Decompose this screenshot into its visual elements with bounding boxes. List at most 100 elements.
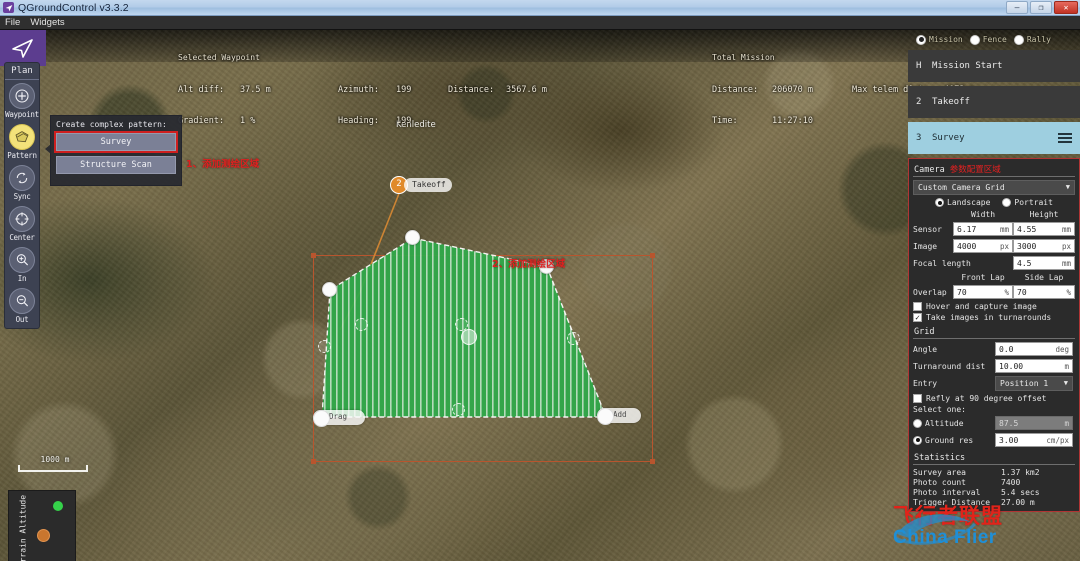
zoom-out-icon[interactable] — [9, 288, 35, 314]
selected-waypoint-status: Selected Waypoint Alt diff: 37.5 m Azimu… — [178, 32, 547, 148]
toolbar-item-sync[interactable]: Sync — [5, 162, 39, 203]
turnaround-images-label: Take images in turnarounds — [926, 313, 1052, 322]
survey-button[interactable]: Survey — [54, 131, 178, 153]
polygon-pattern-icon[interactable] — [9, 124, 35, 150]
side-lap-field[interactable]: 70 % — [1013, 285, 1075, 299]
zoom-in-icon[interactable] — [9, 247, 35, 273]
toolbar-item-center[interactable]: Center — [5, 203, 39, 244]
altitude-radio[interactable]: Altitude — [913, 418, 995, 428]
image-height-unit: px — [1061, 241, 1071, 251]
stat-value-photo-count: 7400 — [1001, 478, 1021, 487]
toolbar-item-zoom-out[interactable]: Out — [5, 285, 39, 326]
mode-label-mission: Mission — [929, 35, 963, 44]
heading-value: 199 — [396, 116, 412, 126]
stat-key-photo-count: Photo count — [913, 478, 966, 487]
toolbar-item-waypoint[interactable]: Waypoint — [5, 80, 39, 121]
maximize-button[interactable]: ❐ — [1030, 1, 1052, 14]
polygon-center-handle[interactable] — [461, 329, 477, 345]
statistics-title-text: Statistics — [914, 453, 966, 463]
sensor-height-field[interactable]: 4.55 mm — [1013, 222, 1075, 236]
altitude-row: Altitude 87.5 m — [913, 416, 1075, 430]
ground-res-field[interactable]: 3.00 cm/px — [995, 433, 1073, 447]
plus-circle-icon[interactable] — [9, 83, 35, 109]
map-scalebar: 1000 m — [18, 455, 92, 472]
altitude-field[interactable]: 87.5 m — [995, 416, 1073, 430]
toolbar-label-waypoint: Waypoint — [5, 110, 39, 119]
mission-item-takeoff[interactable]: 2 Takeoff — [908, 86, 1080, 118]
polygon-mid-handle[interactable] — [318, 340, 331, 353]
grid-row-entry: Entry Position 1 ▼ — [913, 376, 1075, 391]
gradient-value: 1 % — [240, 116, 256, 126]
hamburger-icon[interactable] — [1058, 133, 1072, 143]
mission-item-number: H — [916, 61, 922, 71]
orientation-portrait[interactable]: Portrait — [1002, 198, 1053, 207]
stat-value-survey-area: 1.37 km2 — [1001, 468, 1040, 477]
ground-res-radio[interactable]: Ground res — [913, 435, 995, 445]
toolbar-item-zoom-in[interactable]: In — [5, 244, 39, 285]
turnaround-images-checkbox[interactable]: ✓ — [913, 313, 922, 322]
sync-icon[interactable] — [9, 165, 35, 191]
waypoint-marker-takeoff[interactable]: 2 Takeoff — [390, 176, 452, 194]
mission-editor-panel: Mission Fence Rally H Mission Start 2 Ta… — [908, 30, 1080, 561]
qgc-logo-icon[interactable] — [0, 30, 46, 66]
radio-dot-portrait — [1002, 198, 1012, 207]
minimize-button[interactable]: – — [1006, 1, 1028, 14]
mode-radio-mission[interactable]: Mission — [916, 34, 963, 45]
polygon-mid-handle[interactable] — [567, 332, 580, 345]
scalebar-label: 1000 m — [40, 455, 70, 464]
menu-item-widgets[interactable]: Widgets — [30, 17, 64, 28]
stat-row-trigger-distance: Trigger Distance 27.00 m — [913, 498, 1075, 508]
terrain-altitude-widget[interactable]: Terrain Altitude — [8, 490, 76, 561]
mode-radio-rally[interactable]: Rally — [1013, 34, 1051, 45]
image-width-unit: px — [999, 241, 1009, 251]
ground-res-unit: cm/px — [1046, 435, 1069, 445]
polygon-mid-handle[interactable] — [355, 318, 368, 331]
polygon-vertex-add[interactable]: Add — [597, 408, 641, 425]
polygon-vertex-handle[interactable] — [322, 282, 337, 297]
stat-key-photo-interval: Photo interval — [913, 488, 981, 497]
refly-checkbox[interactable] — [913, 394, 922, 403]
sensor-label: Sensor — [913, 224, 942, 234]
radio-dot-ground-res — [913, 435, 922, 445]
turnaround-dist-field[interactable]: 10.00 m — [995, 359, 1073, 373]
crosshair-icon[interactable] — [9, 206, 35, 232]
sensor-width-field[interactable]: 6.17 mm — [953, 222, 1013, 236]
radio-dot-rally — [1013, 34, 1024, 45]
orientation-landscape[interactable]: Landscape — [935, 198, 990, 207]
waypoint-label: Takeoff — [404, 178, 452, 192]
polygon-mid-handle[interactable] — [452, 403, 465, 416]
hover-capture-checkbox[interactable] — [913, 302, 922, 311]
image-width-field[interactable]: 4000 px — [953, 239, 1013, 253]
radio-dot-altitude — [913, 418, 922, 428]
refly-row[interactable]: Refly at 90 degree offset — [913, 394, 1075, 403]
angle-field[interactable]: 0.0 deg — [995, 342, 1073, 356]
sensor-width-value: 6.17 — [957, 224, 977, 234]
camera-select[interactable]: Custom Camera Grid ▼ — [913, 180, 1075, 195]
mission-item-mission-start[interactable]: H Mission Start — [908, 50, 1080, 82]
toolbar-label-zoom-out: Out — [15, 315, 29, 324]
front-lap-field[interactable]: 70 % — [953, 285, 1013, 299]
plan-mode-radios: Mission Fence Rally — [908, 30, 1080, 50]
mission-item-label: Survey — [932, 133, 965, 143]
grid-title-text: Grid — [914, 327, 935, 337]
close-button[interactable]: ✕ — [1054, 1, 1078, 14]
front-lap-unit: % — [1004, 287, 1009, 297]
refly-label: Refly at 90 degree offset — [926, 394, 1047, 403]
image-height-field[interactable]: 3000 px — [1013, 239, 1075, 253]
polygon-vertex-drag[interactable]: Drag — [313, 410, 365, 427]
focal-length-field[interactable]: 4.5 mm — [1013, 256, 1075, 270]
toolbar-item-pattern[interactable]: Pattern — [5, 121, 39, 162]
menu-item-file[interactable]: File — [5, 17, 20, 28]
mode-radio-fence[interactable]: Fence — [969, 34, 1007, 45]
image-label: Image — [913, 241, 938, 251]
hover-capture-row[interactable]: Hover and capture image — [913, 302, 1075, 311]
mission-item-survey[interactable]: 3 Survey — [908, 122, 1080, 154]
stat-row-photo-interval: Photo interval 5.4 secs — [913, 488, 1075, 498]
terrain-altitude-label: Terrain Altitude — [18, 494, 28, 561]
total-time-label: Time: — [712, 116, 738, 126]
turnaround-images-row[interactable]: ✓ Take images in turnarounds — [913, 313, 1075, 322]
sensor-width-unit: mm — [999, 224, 1009, 234]
polygon-vertex-handle[interactable] — [405, 230, 420, 245]
entry-select[interactable]: Position 1 ▼ — [995, 376, 1073, 391]
structure-scan-button[interactable]: Structure Scan — [56, 156, 176, 174]
